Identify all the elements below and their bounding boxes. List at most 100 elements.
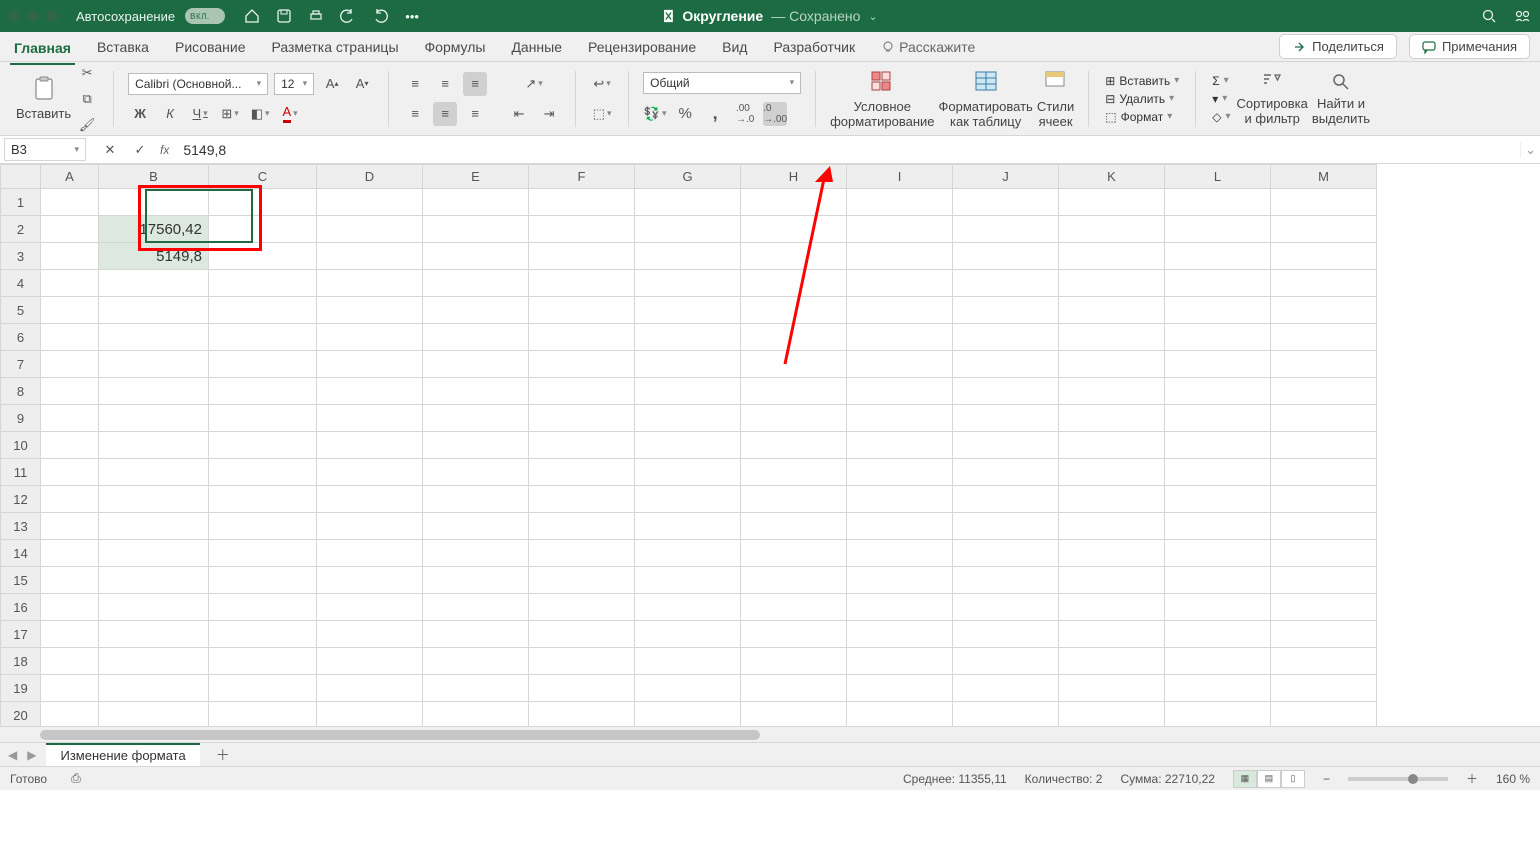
font-size-combo[interactable]: 12▾ bbox=[274, 73, 314, 95]
cell-G15[interactable] bbox=[635, 567, 741, 594]
cell-F18[interactable] bbox=[529, 648, 635, 675]
format-painter-icon[interactable]: 🖌 bbox=[75, 113, 99, 137]
col-header-L[interactable]: L bbox=[1165, 165, 1271, 189]
cell-E18[interactable] bbox=[423, 648, 529, 675]
cell-G5[interactable] bbox=[635, 297, 741, 324]
cell-F5[interactable] bbox=[529, 297, 635, 324]
cell-I14[interactable] bbox=[847, 540, 953, 567]
col-header-H[interactable]: H bbox=[741, 165, 847, 189]
cell-M4[interactable] bbox=[1271, 270, 1377, 297]
cell-D13[interactable] bbox=[317, 513, 423, 540]
row-header-16[interactable]: 16 bbox=[1, 594, 41, 621]
cell-K16[interactable] bbox=[1059, 594, 1165, 621]
cell-E5[interactable] bbox=[423, 297, 529, 324]
cell-C15[interactable] bbox=[209, 567, 317, 594]
cell-B13[interactable] bbox=[99, 513, 209, 540]
cancel-formula-icon[interactable]: ✕ bbox=[98, 138, 122, 162]
print-icon[interactable] bbox=[307, 7, 325, 25]
cell-H9[interactable] bbox=[741, 405, 847, 432]
cell-H2[interactable] bbox=[741, 216, 847, 243]
cell-I20[interactable] bbox=[847, 702, 953, 729]
cell-K3[interactable] bbox=[1059, 243, 1165, 270]
cell-B7[interactable] bbox=[99, 351, 209, 378]
cell-M13[interactable] bbox=[1271, 513, 1377, 540]
chevron-down-icon[interactable]: ⌄ bbox=[868, 10, 877, 23]
cell-H5[interactable] bbox=[741, 297, 847, 324]
cell-B6[interactable] bbox=[99, 324, 209, 351]
cell-L19[interactable] bbox=[1165, 675, 1271, 702]
cell-D12[interactable] bbox=[317, 486, 423, 513]
cell-J3[interactable] bbox=[953, 243, 1059, 270]
cell-L10[interactable] bbox=[1165, 432, 1271, 459]
cell-F11[interactable] bbox=[529, 459, 635, 486]
cell-F14[interactable] bbox=[529, 540, 635, 567]
cell-H15[interactable] bbox=[741, 567, 847, 594]
cell-E16[interactable] bbox=[423, 594, 529, 621]
cell-A12[interactable] bbox=[41, 486, 99, 513]
wrap-text-icon[interactable]: ↩▾ bbox=[590, 72, 614, 96]
cell-B17[interactable] bbox=[99, 621, 209, 648]
cell-E13[interactable] bbox=[423, 513, 529, 540]
align-middle-icon[interactable]: ≡ bbox=[433, 72, 457, 96]
cell-G10[interactable] bbox=[635, 432, 741, 459]
cell-F15[interactable] bbox=[529, 567, 635, 594]
cell-A15[interactable] bbox=[41, 567, 99, 594]
borders-button[interactable]: ⊞▾ bbox=[218, 102, 242, 126]
col-header-G[interactable]: G bbox=[635, 165, 741, 189]
cell-K2[interactable] bbox=[1059, 216, 1165, 243]
cell-L1[interactable] bbox=[1165, 189, 1271, 216]
cell-F12[interactable] bbox=[529, 486, 635, 513]
align-right-icon[interactable]: ≡ bbox=[463, 102, 487, 126]
cell-E11[interactable] bbox=[423, 459, 529, 486]
cell-G20[interactable] bbox=[635, 702, 741, 729]
share-button[interactable]: Поделиться bbox=[1279, 34, 1397, 59]
cell-F7[interactable] bbox=[529, 351, 635, 378]
cell-B18[interactable] bbox=[99, 648, 209, 675]
cell-F17[interactable] bbox=[529, 621, 635, 648]
cell-F16[interactable] bbox=[529, 594, 635, 621]
cell-H17[interactable] bbox=[741, 621, 847, 648]
cell-I16[interactable] bbox=[847, 594, 953, 621]
cell-H7[interactable] bbox=[741, 351, 847, 378]
bold-button[interactable]: Ж bbox=[128, 102, 152, 126]
row-header-3[interactable]: 3 bbox=[1, 243, 41, 270]
cell-A7[interactable] bbox=[41, 351, 99, 378]
row-header-19[interactable]: 19 bbox=[1, 675, 41, 702]
cell-F1[interactable] bbox=[529, 189, 635, 216]
cell-J14[interactable] bbox=[953, 540, 1059, 567]
cell-M16[interactable] bbox=[1271, 594, 1377, 621]
cell-A6[interactable] bbox=[41, 324, 99, 351]
tab-home[interactable]: Главная bbox=[10, 36, 75, 65]
cell-C9[interactable] bbox=[209, 405, 317, 432]
cell-E8[interactable] bbox=[423, 378, 529, 405]
autosum-button[interactable]: Σ▾ bbox=[1210, 73, 1232, 89]
cell-B16[interactable] bbox=[99, 594, 209, 621]
cell-A20[interactable] bbox=[41, 702, 99, 729]
row-header-17[interactable]: 17 bbox=[1, 621, 41, 648]
cell-D1[interactable] bbox=[317, 189, 423, 216]
col-header-B[interactable]: B bbox=[99, 165, 209, 189]
tab-insert[interactable]: Вставка bbox=[93, 35, 153, 59]
cell-D15[interactable] bbox=[317, 567, 423, 594]
cell-A8[interactable] bbox=[41, 378, 99, 405]
spreadsheet-grid[interactable]: ABCDEFGHIJKLM1217560,4235149,84567891011… bbox=[0, 164, 1540, 742]
cell-I4[interactable] bbox=[847, 270, 953, 297]
cell-J9[interactable] bbox=[953, 405, 1059, 432]
page-break-view-button[interactable]: ▯ bbox=[1281, 770, 1305, 788]
cell-D16[interactable] bbox=[317, 594, 423, 621]
underline-button[interactable]: Ч▾ bbox=[188, 102, 212, 126]
normal-view-button[interactable]: ▦ bbox=[1233, 770, 1257, 788]
cell-A14[interactable] bbox=[41, 540, 99, 567]
cell-J10[interactable] bbox=[953, 432, 1059, 459]
cell-C6[interactable] bbox=[209, 324, 317, 351]
cell-E4[interactable] bbox=[423, 270, 529, 297]
cell-A11[interactable] bbox=[41, 459, 99, 486]
cell-L17[interactable] bbox=[1165, 621, 1271, 648]
cell-M14[interactable] bbox=[1271, 540, 1377, 567]
row-header-2[interactable]: 2 bbox=[1, 216, 41, 243]
cell-J18[interactable] bbox=[953, 648, 1059, 675]
cell-H6[interactable] bbox=[741, 324, 847, 351]
cell-D3[interactable] bbox=[317, 243, 423, 270]
cell-E20[interactable] bbox=[423, 702, 529, 729]
cell-K5[interactable] bbox=[1059, 297, 1165, 324]
